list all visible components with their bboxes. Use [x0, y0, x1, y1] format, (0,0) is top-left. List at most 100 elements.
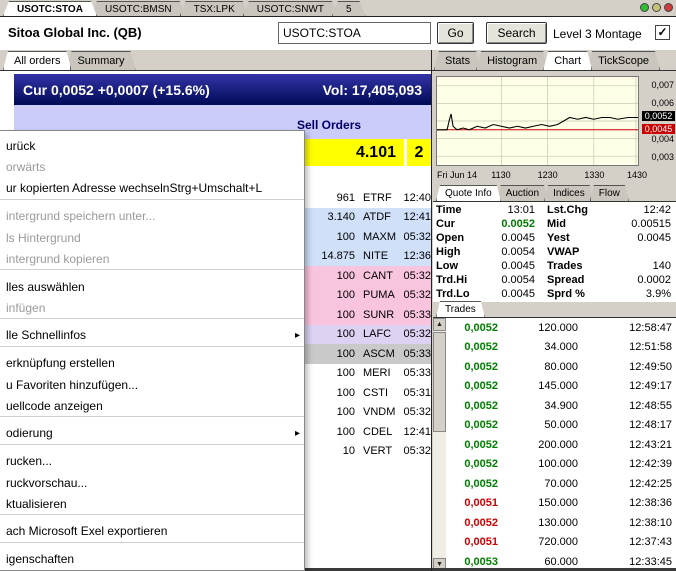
trade-row[interactable]: 0,0052 50.000 12:48:17 — [446, 416, 676, 436]
analysis-tab[interactable]: TickScope — [587, 51, 660, 70]
context-menu-item[interactable]: rucken... — [0, 451, 304, 473]
trade-row[interactable]: 0,0052 120.000 12:58:47 — [446, 318, 676, 338]
panel-divider — [431, 50, 432, 571]
depth-time: 05:33 — [397, 367, 431, 379]
trades-scrollbar[interactable]: ▲ ▼ — [433, 318, 446, 571]
context-menu-item[interactable]: intergrund kopieren — [0, 249, 304, 271]
context-menu-item[interactable]: urück — [0, 135, 304, 157]
window-dot[interactable] — [652, 3, 661, 12]
quote-tab[interactable]: Quote Info — [436, 185, 501, 201]
context-menu-item[interactable]: uellcode anzeigen — [0, 396, 304, 418]
orders-tab[interactable]: Summary — [66, 51, 135, 70]
depth-row[interactable]: 100 CANT 05:32 — [305, 266, 431, 286]
context-menu-item[interactable]: ktualisieren — [0, 494, 304, 516]
trade-row[interactable]: 0,0051 720.000 12:37:43 — [446, 533, 676, 553]
depth-row[interactable]: 14.875 NITE 12:36 — [305, 247, 431, 267]
level3-montage-checkbox[interactable]: ✓ — [655, 25, 670, 40]
symbol-tab[interactable]: TSX:LPK — [180, 1, 249, 16]
context-menu-item[interactable]: erknüpfung erstellen — [0, 353, 304, 375]
analysis-tab[interactable]: Histogram — [476, 51, 548, 70]
window-dot[interactable] — [664, 3, 673, 12]
symbol-tab[interactable]: USOTC:BMSN — [91, 1, 186, 16]
trade-price: 0,0052 — [446, 517, 498, 529]
best-ask-count-cell[interactable]: 2 — [407, 139, 431, 166]
context-menu-item[interactable]: lles auswählen — [0, 276, 304, 298]
quote-tab[interactable]: Indices — [544, 185, 594, 201]
trade-size: 34.000 — [498, 341, 578, 353]
symbol-tab[interactable]: 5 — [332, 1, 366, 16]
symbol-tab-label: 5 — [346, 4, 352, 15]
search-button[interactable]: Search — [486, 22, 547, 44]
symbol-input[interactable] — [278, 22, 431, 44]
trade-time: 12:58:47 — [578, 322, 676, 334]
context-menu-item[interactable]: ur kopierten Adresse wechseln Strg+Umsch… — [0, 178, 304, 200]
context-menu-item[interactable]: infügen — [0, 298, 304, 320]
orders-tab-label: All orders — [14, 55, 60, 67]
analysis-tab-label: Chart — [554, 55, 581, 67]
context-menu-item[interactable]: ach Microsoft Exel exportieren — [0, 521, 304, 543]
context-menu-item[interactable]: igenschaften — [0, 549, 304, 571]
depth-row[interactable]: 100 PUMA 05:32 — [305, 286, 431, 306]
trade-row[interactable]: 0,0052 100.000 12:42:39 — [446, 455, 676, 475]
depth-row[interactable]: 100 ASCM 05:33 — [305, 344, 431, 364]
quote-tab[interactable]: Auction — [497, 185, 548, 201]
context-menu-item[interactable]: odierung ▸ — [0, 423, 304, 445]
scrollbar-thumb[interactable] — [433, 332, 446, 432]
symbol-tab[interactable]: USOTC:STOA — [3, 1, 97, 16]
depth-row[interactable]: 10 VERT 05:32 — [305, 442, 431, 462]
orders-tab-bar: All orders Summary — [0, 50, 431, 71]
depth-row[interactable]: 100 SUNR 05:33 — [305, 305, 431, 325]
trade-row[interactable]: 0,0052 130.000 12:38:10 — [446, 513, 676, 533]
menu-item-label: intergrund speichern unter... — [6, 209, 155, 223]
analysis-tab-label: Histogram — [487, 55, 537, 67]
trade-row[interactable]: 0,0051 150.000 12:38:36 — [446, 494, 676, 514]
symbol-tab[interactable]: USOTC:SNWT — [243, 1, 338, 16]
depth-row[interactable]: 100 MERI 05:33 — [305, 364, 431, 384]
trade-row[interactable]: 0,0052 145.000 12:49:17 — [446, 377, 676, 397]
quote-value: 0.0045 — [475, 288, 535, 300]
go-button[interactable]: Go — [437, 22, 474, 44]
depth-row[interactable]: 100 VNDM 05:32 — [305, 403, 431, 423]
depth-row[interactable]: 961 ETRF 12:40 — [305, 188, 431, 208]
trades-tab[interactable]: Trades — [436, 301, 485, 317]
trades-list: 0,0052 120.000 12:58:47 0,0052 34.000 12… — [446, 318, 676, 571]
trade-row[interactable]: 0,0052 80.000 12:49:50 — [446, 357, 676, 377]
sell-orders-label: Sell Orders — [297, 118, 361, 132]
quote-info-panel: Time 13:01 Lst.Chg 12:42 Cur 0.0052 Mid … — [433, 202, 676, 302]
analysis-tab[interactable]: Stats — [434, 51, 481, 70]
quote-info-row: Open 0.0045 Yest 0.0045 — [433, 231, 676, 245]
quote-info-row: Trd.Hi 0.0054 Spread 0.0002 — [433, 273, 676, 287]
window-dot[interactable] — [640, 3, 649, 12]
trade-row[interactable]: 0,0052 70.000 12:42:25 — [446, 474, 676, 494]
depth-row[interactable]: 100 CDEL 12:41 — [305, 422, 431, 442]
depth-mmid: NITE — [355, 250, 397, 262]
context-menu-item[interactable]: orwärts — [0, 157, 304, 179]
analysis-tab-label: TickScope — [598, 55, 649, 67]
depth-row[interactable]: 100 MAXM 05:32 — [305, 227, 431, 247]
analysis-tab[interactable]: Chart — [543, 51, 592, 70]
depth-row[interactable]: 3.140 ATDF 12:41 — [305, 208, 431, 228]
context-menu-item[interactable]: u Favoriten hinzufügen... — [0, 374, 304, 396]
context-menu-item[interactable]: ls Hintergrund — [0, 227, 304, 249]
context-menu-item[interactable]: intergrund speichern unter... — [0, 206, 304, 228]
context-menu-item[interactable]: ruckvorschau... — [0, 472, 304, 494]
orders-tab[interactable]: All orders — [3, 51, 71, 70]
scroll-up-icon[interactable]: ▲ — [433, 318, 446, 331]
quote-value: 0.0045 — [475, 260, 535, 272]
quote-label: Mid — [535, 218, 595, 230]
current-price-text: Cur 0,0052 +0,0007 (+15.6%) — [23, 82, 210, 98]
depth-size: 100 — [305, 367, 355, 379]
y-axis-label: 0,004 — [651, 134, 674, 144]
context-menu-item[interactable]: lle Schnellinfos ▸ — [0, 325, 304, 347]
depth-row[interactable]: 100 CSTI 05:31 — [305, 383, 431, 403]
quote-label: Trd.Hi — [433, 274, 475, 286]
quote-tab[interactable]: Flow — [590, 185, 629, 201]
trade-row[interactable]: 0,0052 34.000 12:51:58 — [446, 338, 676, 358]
depth-row[interactable]: 100 LAFC 05:32 — [305, 325, 431, 345]
trade-row[interactable]: 0,0052 200.000 12:43:21 — [446, 435, 676, 455]
depth-time: 05:32 — [397, 231, 431, 243]
trade-time: 12:42:39 — [578, 458, 676, 470]
depth-mmid: VNDM — [355, 406, 397, 418]
trade-row[interactable]: 0,0052 34.900 12:48:55 — [446, 396, 676, 416]
depth-mmid: CSTI — [355, 387, 397, 399]
